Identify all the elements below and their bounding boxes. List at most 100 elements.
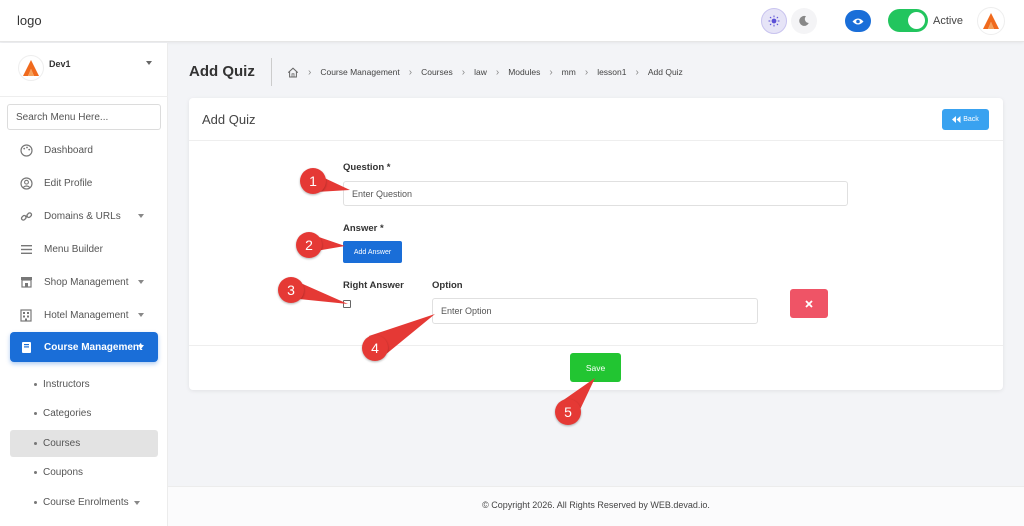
answer-label: Answer *: [343, 223, 384, 234]
sidebar-subitem-course-enrolments[interactable]: Course Enrolments: [10, 489, 158, 516]
search-menu-input[interactable]: [7, 104, 161, 130]
book-icon: [19, 340, 33, 354]
brand-logo-icon: [983, 13, 999, 29]
chevron-right-icon: ›: [584, 66, 589, 78]
bullet-dot: [34, 383, 37, 386]
breadcrumb-item[interactable]: mm: [562, 67, 576, 77]
annotation-marker-1: 1: [300, 168, 326, 194]
chevron-down-icon: [138, 214, 144, 218]
chevron-right-icon: ›: [495, 66, 500, 78]
chevron-right-icon: ›: [308, 66, 312, 78]
copyright-text: © Copyright 2026. All Rights Reserved by…: [482, 500, 710, 510]
back-button[interactable]: Back: [942, 109, 989, 130]
breadcrumb-item[interactable]: Course Management: [320, 67, 399, 77]
divider: [271, 58, 272, 86]
sidebar-item-course-management[interactable]: Course Management: [10, 332, 158, 362]
sidebar-item-label: Shop Management: [44, 276, 129, 288]
card-title: Add Quiz: [202, 112, 256, 127]
active-status-label: Active: [933, 15, 963, 27]
sidebar-item-label: Hotel Management: [44, 309, 129, 321]
breadcrumb-item[interactable]: Modules: [508, 67, 540, 77]
sidebar-subitem-coupons[interactable]: Coupons: [10, 459, 158, 486]
sidebar-subitem-label: Coupons: [43, 467, 84, 478]
footer: © Copyright 2026. All Rights Reserved by…: [168, 486, 1024, 526]
bullet-dot: [34, 412, 37, 415]
link-icon: [19, 209, 33, 223]
chevron-down-icon: [146, 61, 152, 65]
breadcrumb-item[interactable]: law: [474, 67, 487, 77]
logo-text[interactable]: logo: [17, 13, 42, 28]
chevron-right-icon: ›: [635, 66, 639, 78]
sidebar-subitem-label: Courses: [43, 438, 81, 449]
annotation-marker-4: 4: [362, 335, 388, 361]
bullet-dot: [34, 501, 37, 504]
breadcrumb: › Course Management › Courses › law › Mo…: [287, 66, 683, 78]
right-answer-label: Right Answer: [343, 280, 404, 291]
annotation-marker-2: 2: [296, 232, 322, 258]
bullet-dot: [34, 471, 37, 474]
page-title: Add Quiz: [189, 63, 255, 80]
palette-icon: [19, 143, 33, 157]
sidebar-item-domains-urls[interactable]: Domains & URLs: [10, 201, 158, 231]
preview-eye-button[interactable]: [845, 10, 871, 32]
add-answer-button[interactable]: Add Answer: [343, 241, 402, 263]
annotation-marker-3: 3: [278, 277, 304, 303]
sidebar-item-edit-profile[interactable]: Edit Profile: [10, 168, 158, 198]
sidebar-item-label: Dashboard: [44, 144, 93, 156]
sidebar-subitem-categories[interactable]: Categories: [10, 400, 158, 427]
card-header: Add Quiz Back: [189, 98, 1003, 141]
sidebar-subitem-courses[interactable]: Courses: [10, 430, 158, 457]
sidebar-item-label: Edit Profile: [44, 177, 93, 189]
sidebar-subitem-label: Course Enrolments: [43, 497, 129, 508]
option-input[interactable]: [432, 298, 758, 324]
breadcrumb-current: Add Quiz: [647, 67, 683, 77]
chevron-down-icon: [138, 280, 144, 284]
hotel-icon: [19, 308, 33, 322]
option-label: Option: [432, 280, 463, 291]
active-toggle[interactable]: [888, 9, 928, 32]
chevron-right-icon: ›: [461, 66, 466, 78]
right-answer-checkbox[interactable]: [343, 300, 351, 308]
annotation-marker-5: 5: [555, 399, 581, 425]
question-input[interactable]: [343, 181, 848, 206]
remove-option-button[interactable]: [790, 289, 828, 318]
breadcrumb-item[interactable]: Courses: [421, 67, 453, 77]
dark-theme-icon[interactable]: [791, 8, 817, 34]
brand-logo-icon: [18, 55, 44, 81]
chevron-down-icon: [138, 313, 144, 317]
chevron-down-icon: [138, 345, 144, 349]
chevron-down-icon: [133, 500, 140, 505]
account-name: Dev1: [49, 59, 71, 69]
bullet-dot: [34, 442, 37, 445]
divider: [0, 96, 168, 97]
sidebar: Dev1 Dashboard Edit Profile Domains & UR…: [0, 43, 168, 526]
theme-switcher: [761, 8, 819, 34]
question-label: Question *: [343, 162, 391, 173]
back-button-label: Back: [963, 116, 979, 123]
sidebar-item-label: Domains & URLs: [44, 210, 121, 222]
home-icon[interactable]: [287, 66, 299, 78]
menu-icon: [19, 242, 33, 256]
chevron-right-icon: ›: [408, 66, 413, 78]
toggle-knob: [908, 12, 925, 29]
profile-avatar[interactable]: [977, 7, 1005, 35]
sidebar-item-hotel-management[interactable]: Hotel Management: [10, 300, 158, 330]
sidebar-subitem-label: Instructors: [43, 379, 90, 390]
double-arrow-left-icon: [952, 116, 961, 123]
top-bar: logo Active: [0, 0, 1024, 42]
breadcrumb-item[interactable]: lesson1: [597, 67, 626, 77]
sidebar-item-menu-builder[interactable]: Menu Builder: [10, 234, 158, 264]
sidebar-item-label: Course Management: [44, 341, 143, 353]
chevron-right-icon: ›: [549, 66, 553, 78]
eye-icon: [852, 18, 864, 24]
divider: [189, 345, 1003, 346]
light-theme-icon[interactable]: [761, 8, 787, 34]
store-icon: [19, 275, 33, 289]
account-selector[interactable]: Dev1: [14, 55, 158, 85]
sidebar-item-shop-management[interactable]: Shop Management: [10, 267, 158, 297]
sidebar-subitem-label: Categories: [43, 408, 92, 419]
sidebar-item-dashboard[interactable]: Dashboard: [10, 135, 158, 165]
sidebar-subitem-instructors[interactable]: Instructors: [10, 371, 158, 398]
save-button[interactable]: Save: [570, 353, 621, 382]
close-icon: [805, 299, 813, 308]
